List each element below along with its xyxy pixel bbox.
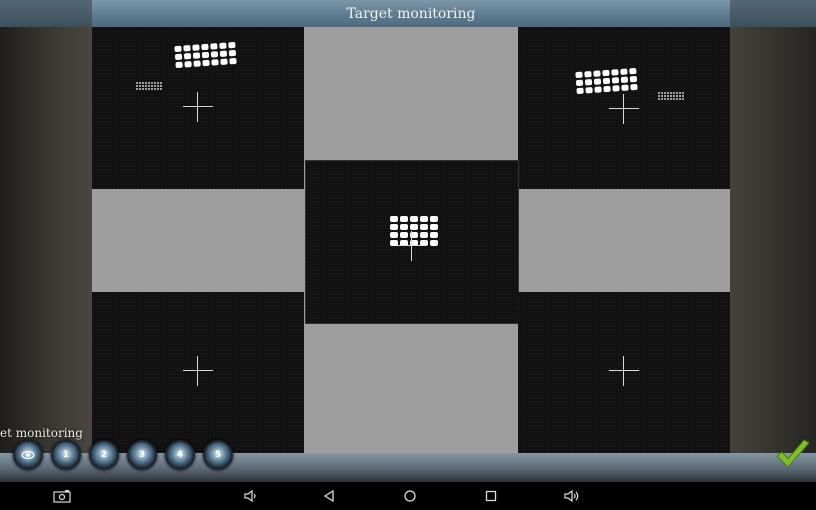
confirm-button[interactable] [773, 438, 813, 472]
crosshair [397, 231, 427, 261]
target-dots [174, 41, 237, 69]
right-side-panel [730, 0, 816, 482]
target-eye-button[interactable] [13, 440, 43, 470]
camera-view-bottom-left[interactable] [92, 292, 304, 453]
title-bar: Target monitoring [92, 0, 730, 28]
target-button-3[interactable]: 3 [127, 440, 157, 470]
target-dots [575, 67, 638, 95]
target-button-label: 4 [176, 450, 184, 460]
crosshair [183, 356, 213, 386]
mode-label: et monitoring [0, 426, 83, 440]
camera-view-center[interactable] [305, 160, 519, 324]
home-icon[interactable] [403, 489, 417, 503]
target-button-1[interactable]: 1 [51, 440, 81, 470]
target-dots-small [658, 92, 684, 100]
back-icon[interactable] [322, 489, 336, 503]
title-wing-right [730, 0, 816, 27]
target-button-5[interactable]: 5 [203, 440, 233, 470]
target-button-4[interactable]: 4 [165, 440, 195, 470]
target-dots-small [136, 82, 162, 90]
title-wing-left [0, 0, 92, 27]
checkmark-icon [776, 439, 810, 468]
camera-view-bottom-right[interactable] [518, 292, 730, 453]
crosshair [609, 356, 639, 386]
target-button-2[interactable]: 2 [89, 440, 119, 470]
crosshair [609, 94, 639, 124]
bottom-toolbar [0, 453, 816, 482]
monitor-area [92, 27, 730, 453]
target-button-label: 3 [138, 450, 146, 460]
volume-down-icon[interactable] [243, 489, 257, 503]
eye-icon [21, 450, 35, 460]
recents-icon[interactable] [484, 489, 498, 503]
screenshot-icon[interactable] [53, 489, 71, 503]
target-button-label: 2 [100, 450, 108, 460]
camera-view-top-left[interactable] [92, 27, 304, 189]
crosshair [183, 92, 213, 122]
window-title: Target monitoring [346, 5, 476, 22]
camera-view-top-right[interactable] [518, 27, 730, 189]
target-button-label: 5 [214, 450, 222, 460]
left-side-panel [0, 0, 92, 482]
target-button-label: 1 [62, 450, 70, 460]
volume-up-icon[interactable] [564, 489, 580, 503]
